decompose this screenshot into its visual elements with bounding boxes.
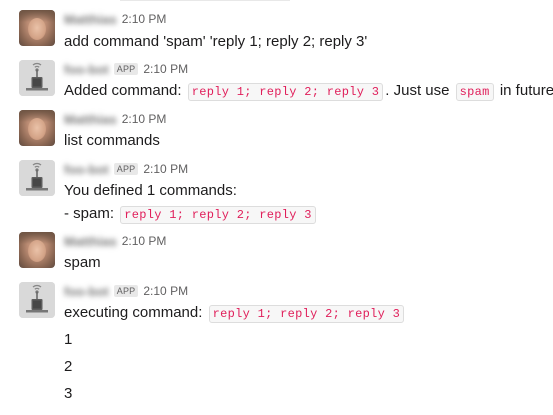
message-text: spam [64, 252, 101, 274]
timestamp[interactable]: 2:10 PM [122, 12, 167, 26]
message-suffix: in future. [499, 82, 553, 99]
reply-line: 2 [64, 356, 72, 378]
reply-text: 2 [64, 358, 73, 375]
divider-line [120, 0, 290, 1]
timestamp[interactable]: 2:10 PM [143, 284, 188, 298]
message-text: list commands [64, 130, 160, 152]
timestamp[interactable]: 2:10 PM [122, 234, 167, 248]
message-middle: . Just use [385, 82, 450, 99]
message-header: Matthias 2:10 PM [64, 110, 166, 128]
message-header: Matthias 2:10 PM [64, 10, 166, 28]
app-badge: APP [113, 285, 139, 297]
message-line-1: You defined 1 commands: [64, 182, 237, 199]
message-body: spam [64, 254, 101, 271]
message-body: list commands [64, 132, 160, 149]
message-prefix: executing command: [64, 304, 203, 321]
bot-name[interactable]: foo-bot [64, 162, 109, 177]
message-text: add command 'spam' 'reply 1; reply 2; re… [64, 31, 367, 53]
sender-name[interactable]: Matthias [64, 12, 117, 27]
sender-name[interactable]: Matthias [64, 112, 117, 127]
reply-line: 3 [64, 383, 72, 405]
message-header: Matthias 2:10 PM [64, 232, 166, 250]
message-header: foo-bot APP 2:10 PM [64, 282, 188, 300]
message-header: foo-bot APP 2:10 PM [64, 60, 188, 78]
inline-code: reply 1; reply 2; reply 3 [208, 305, 405, 323]
reply-line: 1 [64, 329, 72, 351]
bot-name[interactable]: foo-bot [64, 284, 109, 299]
inline-code: spam [455, 83, 494, 101]
robot-icon [19, 282, 55, 318]
message-text: - spam: reply 1; reply 2; reply 3 [64, 203, 318, 226]
robot-icon [19, 160, 55, 196]
bot-name[interactable]: foo-bot [64, 62, 109, 77]
reply-text: 1 [64, 331, 73, 348]
user-avatar[interactable] [19, 110, 55, 146]
user-avatar[interactable] [19, 10, 55, 46]
app-badge: APP [113, 63, 139, 75]
message-body: add command 'spam' 'reply 1; reply 2; re… [64, 33, 368, 50]
message-line-2-prefix: - spam: [64, 205, 115, 222]
message-prefix: Added command: [64, 82, 182, 99]
message-header: foo-bot APP 2:10 PM [64, 160, 188, 178]
message-text: You defined 1 commands: [64, 180, 237, 202]
timestamp[interactable]: 2:10 PM [143, 162, 188, 176]
app-badge: APP [113, 163, 139, 175]
timestamp[interactable]: 2:10 PM [143, 62, 188, 76]
inline-code: reply 1; reply 2; reply 3 [187, 83, 384, 101]
bot-avatar[interactable] [19, 282, 55, 318]
message-text: executing command: reply 1; reply 2; rep… [64, 302, 406, 325]
user-avatar[interactable] [19, 232, 55, 268]
bot-avatar[interactable] [19, 60, 55, 96]
sender-name[interactable]: Matthias [64, 234, 117, 249]
inline-code: reply 1; reply 2; reply 3 [120, 206, 316, 224]
message-text: Added command: reply 1; reply 2; reply 3… [64, 80, 553, 103]
reply-text: 3 [64, 385, 73, 402]
bot-avatar[interactable] [19, 160, 55, 196]
timestamp[interactable]: 2:10 PM [122, 112, 167, 126]
robot-icon [19, 60, 55, 96]
